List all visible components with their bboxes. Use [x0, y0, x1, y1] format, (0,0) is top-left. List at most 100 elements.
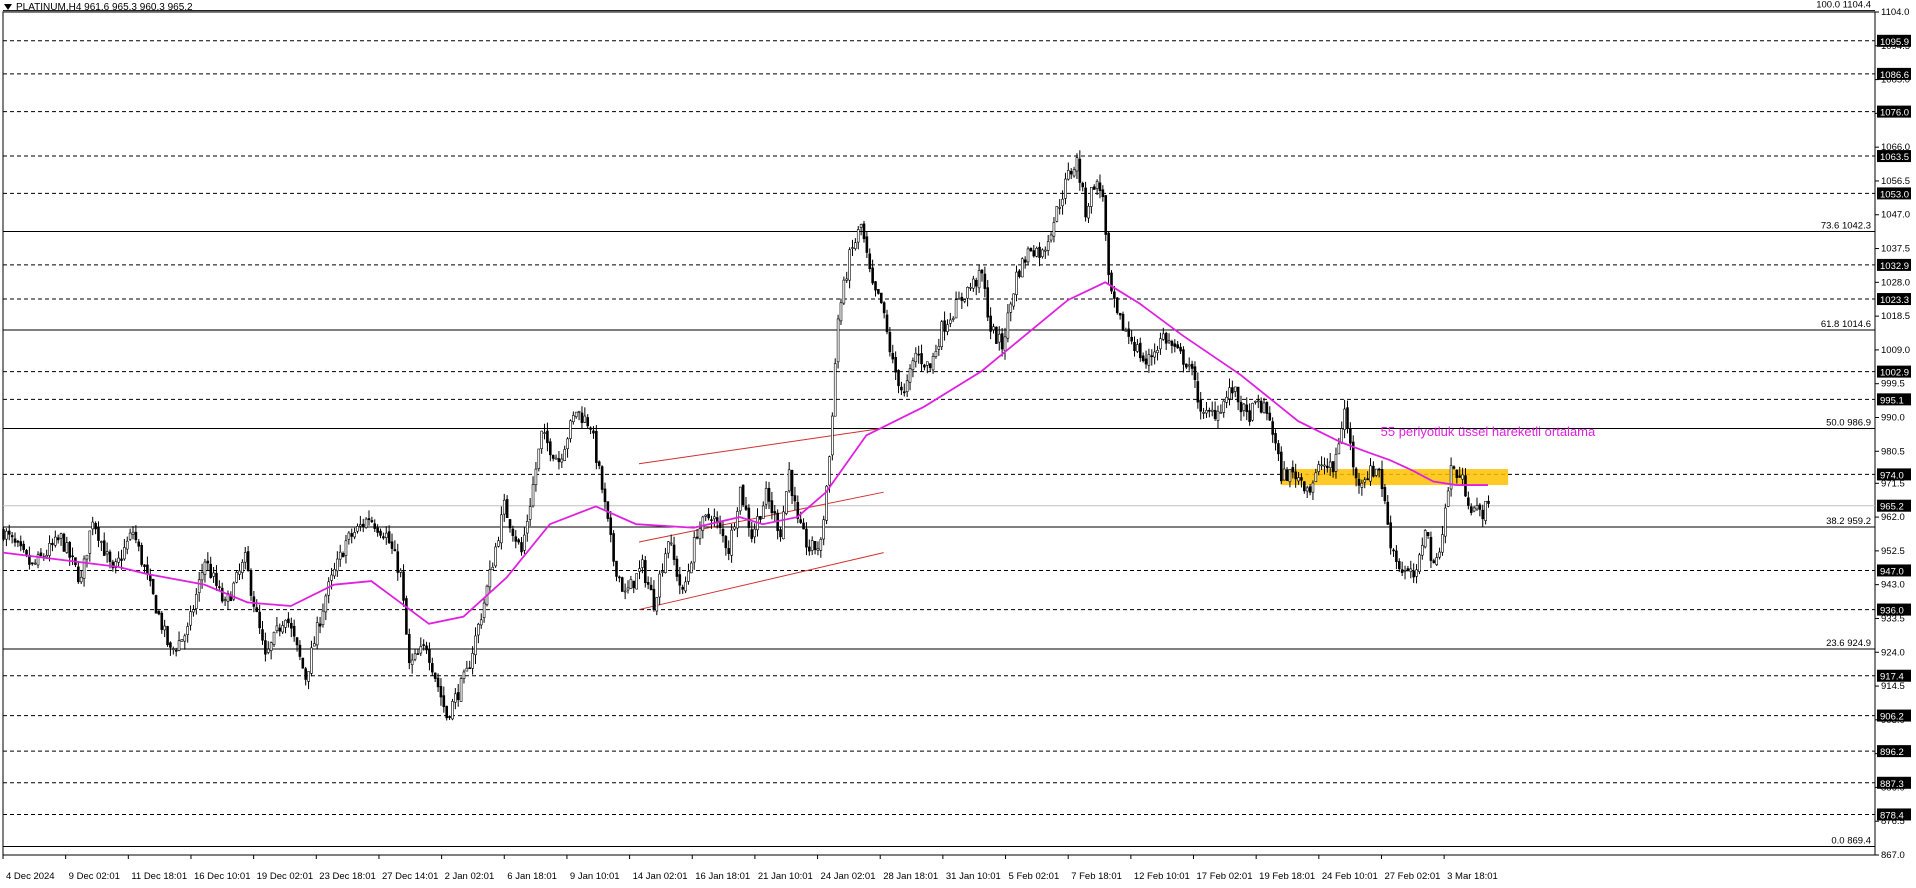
- candle-body: [836, 318, 840, 363]
- candle-body: [166, 626, 169, 646]
- y-tick-label: 924.0: [1881, 647, 1905, 658]
- candle-body: [937, 345, 941, 350]
- candle-body: [359, 524, 362, 527]
- candle-body: [960, 296, 964, 301]
- candle-body: [744, 505, 748, 510]
- candle-body: [169, 642, 172, 648]
- candle-body: [603, 488, 607, 503]
- candle-body: [669, 542, 673, 545]
- candle-body: [954, 299, 958, 319]
- candle-body: [1455, 469, 1459, 478]
- channel-line: [638, 427, 884, 465]
- candle-body: [425, 645, 428, 651]
- candle-body: [730, 529, 733, 556]
- price-tag-label: 878.4: [1880, 810, 1904, 821]
- candle-body: [310, 647, 313, 674]
- candle-body: [894, 357, 897, 373]
- candle-body: [195, 593, 198, 609]
- candle-body: [261, 629, 264, 641]
- candle-body: [695, 536, 699, 539]
- x-tick-label: 14 Jan 02:01: [633, 871, 688, 882]
- candle-body: [966, 287, 969, 299]
- price-chart[interactable]: 100.0 1104.4 73.6 1042.3 61.8 1014.6 50.0 9…: [0, 0, 1916, 888]
- candle-body: [1084, 187, 1087, 218]
- candle-body: [1415, 569, 1418, 577]
- candle-body: [698, 528, 702, 540]
- candle-body: [687, 571, 690, 582]
- candle-body: [1138, 342, 1142, 359]
- candle-body: [347, 532, 351, 540]
- candle-body: [462, 671, 466, 679]
- y-tick-label: 952.5: [1881, 546, 1905, 557]
- candle-body: [1259, 400, 1263, 413]
- candle-body: [1343, 408, 1346, 430]
- candle-body: [926, 361, 929, 366]
- candle-body: [1136, 344, 1139, 352]
- candle-body: [2, 529, 5, 540]
- candle-body: [1176, 344, 1179, 349]
- candle-body: [350, 533, 354, 537]
- candle-body: [19, 541, 23, 547]
- candle-body: [888, 331, 892, 353]
- candle-body: [891, 352, 895, 360]
- candle-body: [292, 625, 296, 637]
- candle-body: [623, 590, 627, 593]
- price-tag-label: 974.0: [1880, 470, 1904, 481]
- candle-body: [137, 541, 141, 547]
- price-tag-label: 1095.9: [1880, 37, 1909, 48]
- candle-body: [278, 627, 282, 632]
- candle-body: [595, 430, 598, 463]
- candle-body: [1032, 250, 1036, 257]
- candle-body: [88, 530, 92, 554]
- candle-body: [1279, 451, 1283, 482]
- candle-body: [1300, 477, 1303, 481]
- candle-body: [79, 576, 83, 583]
- candle-body: [431, 663, 434, 673]
- candle-body: [1231, 387, 1234, 394]
- candle-body: [186, 626, 189, 636]
- x-tick-label: 24 Feb 10:01: [1322, 871, 1378, 882]
- candle-body: [1208, 409, 1211, 412]
- candle-body: [318, 623, 322, 627]
- candle-body: [764, 488, 768, 505]
- candle-body: [874, 281, 877, 291]
- candle-body: [330, 574, 333, 581]
- candle-body: [428, 649, 431, 663]
- candle-body: [928, 363, 932, 369]
- candle-body: [264, 640, 267, 655]
- candle-body: [868, 253, 872, 270]
- candle-body: [620, 577, 624, 592]
- candle-body: [675, 558, 679, 577]
- candle-body: [1461, 474, 1464, 480]
- candle-body: [773, 511, 777, 514]
- candle-body: [295, 637, 299, 646]
- candle-body: [502, 499, 506, 515]
- candle-body: [1156, 350, 1159, 354]
- candle-body: [1127, 328, 1131, 337]
- candle-body: [163, 625, 166, 631]
- candle-body: [315, 622, 319, 646]
- fib-level-label: 61.8 1014.6: [1821, 319, 1871, 330]
- price-tag-label: 947.0: [1880, 566, 1904, 577]
- candle-body: [972, 278, 975, 289]
- candle-body: [879, 292, 883, 304]
- candle-body: [813, 541, 817, 551]
- candle-body: [1061, 198, 1064, 207]
- candle-body: [338, 551, 342, 560]
- candle-body: [1467, 497, 1470, 506]
- candle-body: [649, 584, 653, 591]
- candle-body: [1400, 569, 1404, 573]
- y-tick-label: 990.0: [1881, 412, 1905, 423]
- y-tick-label: 943.0: [1881, 580, 1905, 591]
- candle-body: [477, 623, 480, 636]
- x-tick-label: 16 Dec 10:01: [194, 871, 251, 882]
- candle-body: [143, 564, 146, 568]
- candle-body: [540, 430, 543, 450]
- candle-body: [606, 501, 610, 519]
- candle-body: [531, 484, 535, 507]
- candle-body: [672, 544, 676, 560]
- candle-body: [1314, 472, 1318, 482]
- x-tick-label: 7 Feb 18:01: [1071, 871, 1122, 882]
- candle-body: [1216, 410, 1220, 421]
- candle-body: [1015, 271, 1018, 295]
